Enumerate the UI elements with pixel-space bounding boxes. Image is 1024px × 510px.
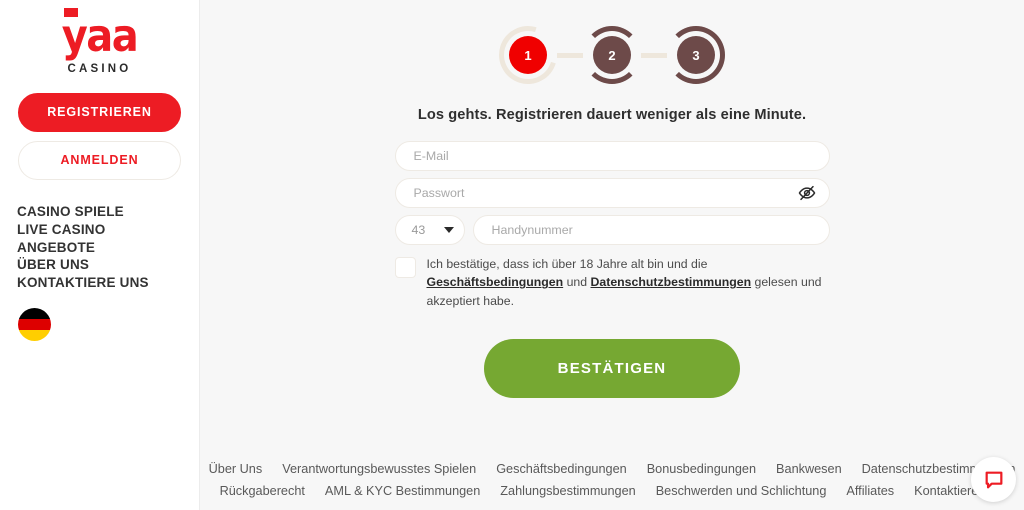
register-button[interactable]: REGISTRIEREN	[18, 93, 181, 132]
step-1-number: 1	[509, 36, 547, 74]
logo-subtitle: CASINO	[67, 63, 132, 75]
login-button[interactable]: ANMELDEN	[18, 141, 181, 180]
sidebar-item-casino-spiele[interactable]: CASINO SPIELE	[17, 203, 199, 221]
terms-link-privacy[interactable]: Datenschutzbestimmungen	[591, 275, 752, 289]
footer-link-beschwerden-schlichtung[interactable]: Beschwerden und Schlichtung	[656, 480, 827, 502]
step-3[interactable]: 3	[667, 26, 725, 84]
chat-bubble-icon[interactable]	[971, 457, 1016, 502]
footer: Über Uns Verantwortungsbewusstes Spielen…	[200, 458, 1024, 502]
step-connector-2-3	[641, 52, 667, 58]
phone-row: 43	[394, 215, 830, 245]
footer-link-zahlungsbestimmungen[interactable]: Zahlungsbestimmungen	[500, 480, 635, 502]
terms-text-part1: Ich bestätige, dass ich über 18 Jahre al…	[426, 257, 708, 271]
flag-stripe-red	[18, 318, 51, 330]
password-input[interactable]	[395, 179, 829, 207]
chevron-down-icon	[443, 227, 454, 233]
sidebar-item-angebote[interactable]: ANGEBOTE	[17, 239, 199, 257]
phone-input[interactable]	[473, 216, 829, 244]
email-input[interactable]	[395, 142, 829, 170]
footer-link-geschaeftsbedingungen[interactable]: Geschäftsbedingungen	[496, 458, 627, 480]
footer-link-aml-kyc[interactable]: AML & KYC Bestimmungen	[325, 480, 480, 502]
password-field-wrap	[394, 178, 830, 208]
terms-link-agb[interactable]: Geschäftsbedingungen	[427, 275, 564, 289]
submit-row: BESTÄTIGEN	[395, 338, 830, 398]
step-3-number: 3	[677, 36, 715, 74]
main-content: 1 2 3 Los gehts. Registrieren dauert wen…	[200, 0, 1024, 510]
sidebar-item-kontaktiere-uns[interactable]: KONTAKTIERE UNS	[17, 274, 199, 292]
form-heading: Los gehts. Registrieren dauert weniger a…	[417, 107, 807, 123]
country-code-value: 43	[411, 223, 426, 237]
phone-field-wrap	[472, 215, 830, 245]
footer-link-affiliates[interactable]: Affiliates	[846, 480, 894, 502]
terms-text: Ich bestätige, dass ich über 18 Jahre al…	[427, 255, 822, 310]
flag-stripe-gold	[18, 329, 51, 341]
footer-row-2: Rückgaberecht AML & KYC Bestimmungen Zah…	[214, 480, 1010, 502]
terms-text-part2: und	[563, 275, 591, 290]
page-root: yaa CASINO REGISTRIEREN ANMELDEN CASINO …	[0, 0, 1024, 510]
flag-stripe-black	[18, 307, 51, 319]
logo-wordmark: yaa	[61, 10, 139, 63]
submit-button[interactable]: BESTÄTIGEN	[484, 338, 740, 398]
footer-link-ueber-uns[interactable]: Über Uns	[209, 458, 263, 480]
country-code-select[interactable]: 43	[394, 215, 465, 245]
step-connector-1-2	[557, 52, 583, 58]
registration-form: 43 Ich bestätige, dass ich über 18 Jahre…	[394, 141, 830, 398]
footer-link-bonusbedingungen[interactable]: Bonusbedingungen	[647, 458, 756, 480]
eye-off-icon[interactable]	[798, 184, 816, 202]
step-2[interactable]: 2	[583, 26, 641, 84]
step-2-number: 2	[593, 36, 631, 74]
sidebar-auth-buttons: REGISTRIEREN ANMELDEN	[0, 75, 199, 180]
footer-link-verantwortungsbewusstes-spielen[interactable]: Verantwortungsbewusstes Spielen	[282, 458, 476, 480]
footer-link-rueckgaberecht[interactable]: Rückgaberecht	[220, 480, 305, 502]
language-selector-de-flag-icon[interactable]	[18, 307, 51, 341]
step-1[interactable]: 1	[488, 15, 568, 95]
sidebar-item-ueber-uns[interactable]: ÜBER UNS	[17, 256, 199, 274]
terms-checkbox[interactable]	[394, 257, 416, 278]
footer-row-1: Über Uns Verantwortungsbewusstes Spielen…	[209, 458, 1016, 480]
brand-logo[interactable]: yaa CASINO	[0, 0, 199, 75]
footer-link-bankwesen[interactable]: Bankwesen	[776, 458, 842, 480]
email-field-wrap	[394, 141, 830, 171]
sidebar-nav: CASINO SPIELE LIVE CASINO ANGEBOTE ÜBER …	[0, 203, 199, 292]
sidebar-item-live-casino[interactable]: LIVE CASINO	[17, 221, 199, 239]
sidebar: yaa CASINO REGISTRIEREN ANMELDEN CASINO …	[0, 0, 200, 510]
logo-mark: yaa	[62, 8, 139, 59]
registration-stepper: 1 2 3	[200, 0, 1024, 95]
terms-row: Ich bestätige, dass ich über 18 Jahre al…	[394, 255, 830, 310]
